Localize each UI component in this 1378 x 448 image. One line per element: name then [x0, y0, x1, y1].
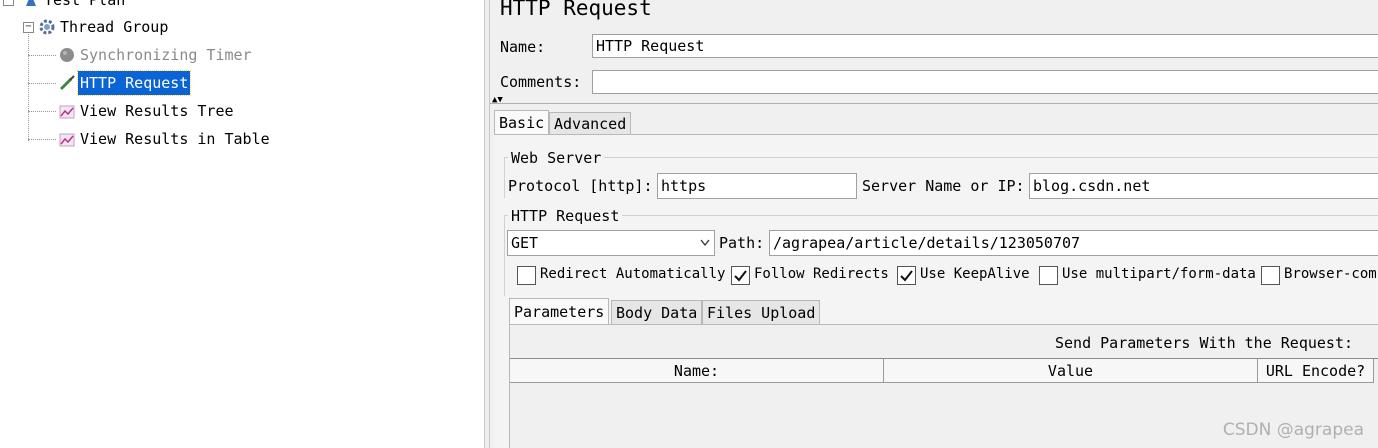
web-server-group-title: Web Server	[508, 149, 605, 167]
redirect-automatically-checkbox[interactable]	[517, 266, 536, 285]
redirect-automatically-label: Redirect Automatically	[540, 266, 726, 282]
column-header-url-encode[interactable]: URL Encode?	[1258, 359, 1374, 383]
browser-compatible-checkbox[interactable]	[1261, 266, 1280, 285]
tree-item-synchronizing-timer[interactable]: Synchronizing Timer	[58, 43, 254, 67]
tab-advanced[interactable]: Advanced	[549, 112, 632, 134]
section-divider	[490, 103, 1378, 104]
tree-connector	[28, 111, 56, 112]
comments-label: Comments:	[500, 73, 582, 91]
tree-connector	[28, 55, 56, 56]
column-header-value[interactable]: Value	[884, 359, 1258, 383]
protocol-input[interactable]: https	[657, 173, 857, 199]
sampler-pipette-icon	[58, 74, 76, 92]
use-keepalive-checkbox[interactable]	[897, 266, 916, 285]
method-select-value: GET	[511, 234, 539, 252]
tree-item-view-results-in-table[interactable]: View Results in Table	[58, 127, 272, 151]
name-input[interactable]: HTTP Request	[592, 34, 1378, 58]
server-name-input[interactable]: blog.csdn.net	[1029, 173, 1378, 199]
listener-graph-icon	[58, 130, 76, 148]
checkmark-icon	[900, 270, 913, 282]
tree-connector	[28, 34, 29, 141]
tree-item-test-plan[interactable]: Test Plan	[22, 0, 127, 12]
tree-item-view-results-tree[interactable]: View Results Tree	[58, 99, 236, 123]
http-request-panel: HTTP Request Name: HTTP Request Comments…	[490, 0, 1378, 448]
path-input[interactable]: /agrapea/article/details/123050707	[769, 230, 1378, 256]
use-multipart-checkbox[interactable]	[1039, 266, 1058, 285]
tab-basic[interactable]: Basic	[494, 110, 550, 134]
browser-compatible-label: Browser-comp	[1284, 266, 1378, 282]
listener-graph-icon	[58, 102, 76, 120]
follow-redirects-checkbox[interactable]	[731, 266, 750, 285]
use-multipart-label: Use multipart/form-data	[1062, 266, 1256, 282]
server-name-label: Server Name or IP:	[862, 177, 1025, 195]
test-plan-icon	[22, 0, 40, 9]
method-select[interactable]: GET	[507, 230, 715, 256]
tree-connector	[28, 83, 56, 84]
panel-title: HTTP Request	[500, 0, 652, 20]
protocol-label: Protocol [http]:	[508, 177, 653, 195]
test-plan-tree: − Test Plan − Thread Group Synchronizing…	[0, 0, 484, 448]
path-label: Path:	[719, 234, 765, 252]
checkmark-icon	[734, 270, 747, 282]
comments-input[interactable]	[592, 70, 1378, 94]
tab-parameters[interactable]: Parameters	[509, 298, 610, 324]
send-parameters-label: Send Parameters With the Request:	[1055, 334, 1354, 352]
thread-group-gear-icon	[38, 18, 56, 36]
use-keepalive-label: Use KeepAlive	[920, 266, 1030, 282]
collapse-toggle-icon[interactable]: −	[3, 0, 14, 6]
tab-body-data[interactable]: Body Data	[611, 300, 703, 324]
chevron-down-icon	[700, 231, 710, 255]
http-request-group-title: HTTP Request	[508, 207, 623, 225]
column-header-name[interactable]: Name:	[510, 359, 884, 383]
collapse-arrows-icon[interactable]: ▲▼	[492, 96, 503, 105]
tree-connector	[28, 139, 56, 140]
follow-redirects-label: Follow Redirects	[754, 266, 889, 282]
tree-item-thread-group[interactable]: Thread Group	[38, 15, 170, 39]
collapse-toggle-icon[interactable]: −	[23, 22, 34, 33]
tab-files-upload[interactable]: Files Upload	[702, 300, 821, 324]
timer-icon	[58, 46, 76, 64]
watermark: CSDN @agrapea	[1222, 420, 1364, 440]
name-label: Name:	[500, 38, 546, 56]
tree-item-http-request[interactable]: HTTP Request	[58, 70, 192, 96]
